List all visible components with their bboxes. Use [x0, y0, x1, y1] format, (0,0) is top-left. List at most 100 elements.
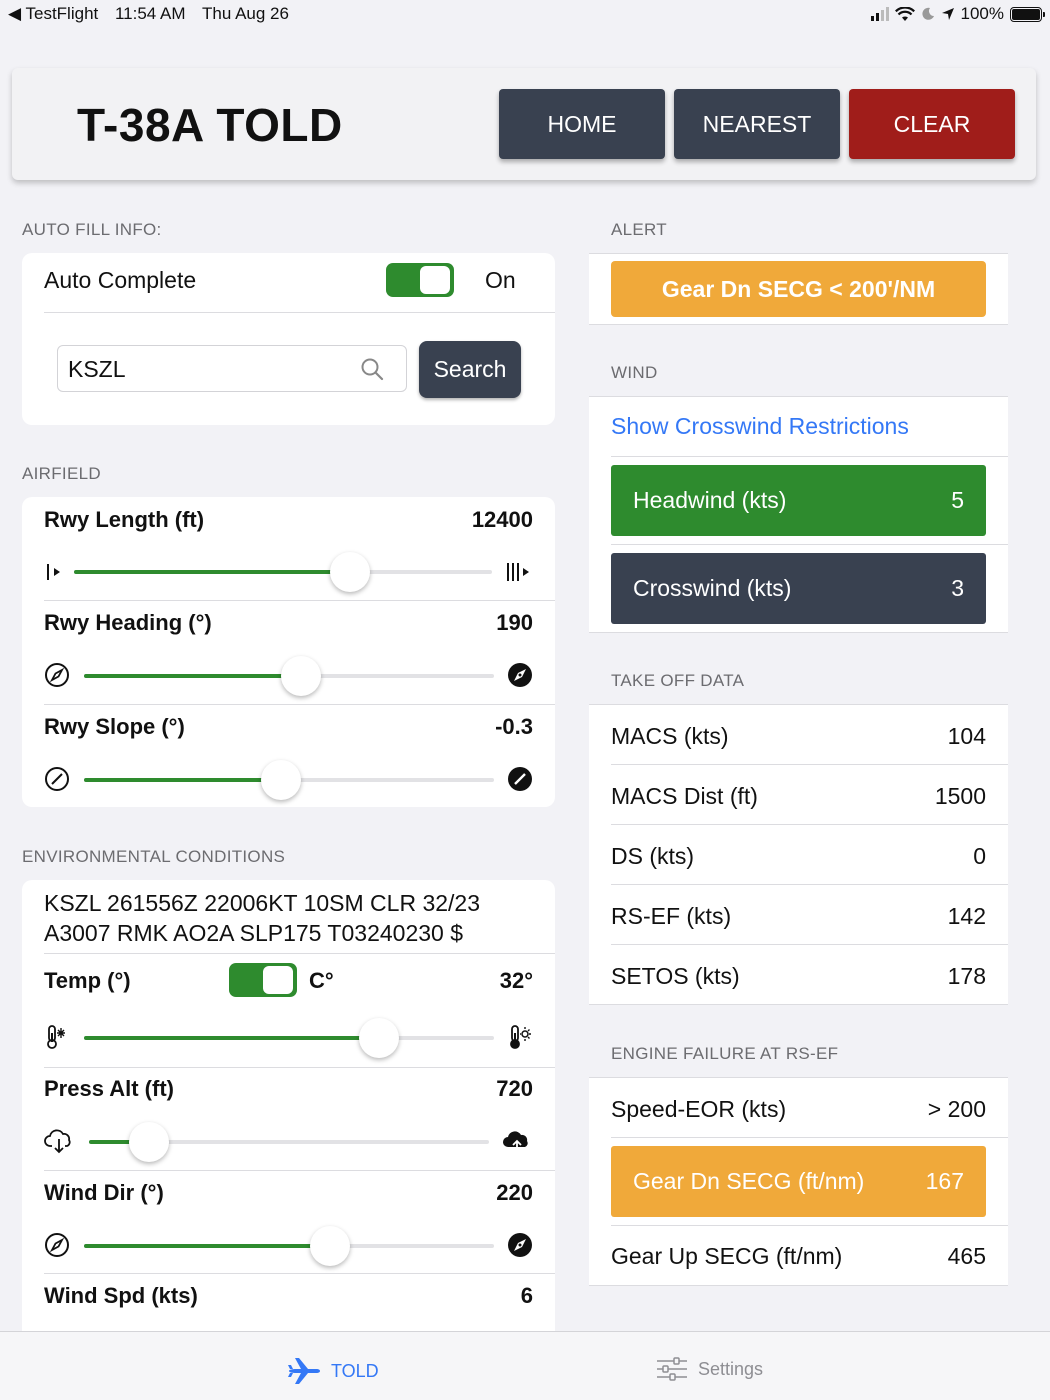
- status-bar: ◀ TestFlight 11:54 AM Thu Aug 26 100%: [0, 0, 1050, 28]
- metar-line-1: KSZL 261556Z 22006KT 10SM CLR 32/23: [44, 890, 481, 916]
- runway-short-icon: [47, 564, 60, 580]
- tab-told-label: TOLD: [331, 1360, 379, 1381]
- auto-complete-label: Auto Complete: [44, 267, 197, 293]
- rwy-heading-label: Rwy Heading (°): [44, 610, 212, 635]
- metar-text: KSZL 261556Z 22006KT 10SM CLR 32/23 A300…: [44, 888, 480, 948]
- rwy-length-slider[interactable]: [74, 552, 492, 592]
- headwind-label: Headwind (kts): [633, 487, 787, 513]
- gear-up-secg-row: Gear Up SECG (ft/nm) 465: [611, 1243, 986, 1270]
- crosswind-bar: Crosswind (kts) 3: [611, 553, 986, 624]
- rwy-slope-slider[interactable]: [84, 760, 494, 800]
- temp-label: Temp (°): [44, 968, 131, 993]
- takeoff-section-label: TAKE OFF DATA: [611, 671, 745, 690]
- rwy-slope-value: -0.3: [495, 714, 533, 739]
- slider-thumb[interactable]: [359, 1018, 400, 1058]
- environmental-section-label: ENVIRONMENTAL CONDITIONS: [22, 847, 286, 866]
- slider-thumb[interactable]: [281, 656, 322, 696]
- clear-button[interactable]: CLEAR: [849, 89, 1015, 159]
- takeoff-data-section: MACS (kts) 104 MACS Dist (ft) 1500 DS (kts…: [589, 704, 1008, 1005]
- slope-filled-icon: [508, 767, 532, 791]
- row-label: MACS Dist (ft): [611, 783, 758, 809]
- auto-complete-state: On: [485, 267, 516, 293]
- engine-failure-section-label: ENGINE FAILURE AT RS-EF: [611, 1044, 839, 1063]
- thermometer-snow-icon: [47, 1025, 65, 1049]
- headwind-value: 5: [951, 487, 964, 513]
- cloud-download-icon: [44, 1129, 71, 1154]
- takeoff-row-macs: MACS (kts) 104: [611, 723, 986, 750]
- row-label: SETOS (kts): [611, 963, 740, 989]
- wind-dir-slider[interactable]: [84, 1226, 494, 1266]
- home-button[interactable]: HOME: [499, 89, 665, 159]
- slider-thumb[interactable]: [329, 552, 370, 592]
- tab-settings[interactable]: Settings: [656, 1356, 763, 1382]
- back-app-label: TestFlight: [25, 4, 99, 23]
- row-label: Gear Up SECG (ft/nm): [611, 1243, 843, 1269]
- slope-outline-icon: [45, 767, 69, 791]
- row-label: MACS (kts): [611, 723, 729, 749]
- rwy-heading-value: 190: [496, 610, 533, 635]
- alert-banner: Gear Dn SECG < 200'/NM: [611, 261, 986, 317]
- moon-icon: [921, 7, 934, 20]
- row-value: 142: [947, 903, 986, 929]
- compass-outline-icon: [45, 1233, 69, 1257]
- press-alt-value: 720: [496, 1076, 533, 1101]
- status-time: 11:54 AM: [114, 4, 186, 23]
- header-bar: T-38A TOLD HOME NEAREST CLEAR: [12, 68, 1036, 180]
- search-button[interactable]: Search: [419, 341, 521, 398]
- press-alt-label: Press Alt (ft): [44, 1076, 174, 1101]
- wind-spd-label: Wind Spd (kts): [44, 1283, 198, 1308]
- row-label: DS (kts): [611, 843, 695, 869]
- slider-thumb[interactable]: [129, 1122, 169, 1162]
- rwy-length-value: 12400: [471, 507, 533, 532]
- auto-complete-toggle[interactable]: [386, 263, 454, 297]
- show-crosswind-restrictions-link[interactable]: Show Crosswind Restrictions: [611, 413, 909, 440]
- rwy-length-label: Rwy Length (ft): [44, 507, 205, 532]
- wind-section-label: WIND: [611, 363, 658, 382]
- press-alt-slider[interactable]: [89, 1122, 489, 1162]
- rwy-heading-slider[interactable]: [84, 656, 494, 696]
- row-label: RS-EF (kts): [611, 903, 732, 929]
- nearest-button[interactable]: NEAREST: [674, 89, 840, 159]
- thermometer-sun-icon: [510, 1025, 531, 1049]
- slider-thumb[interactable]: [310, 1226, 350, 1266]
- cellular-signal-icon: [870, 7, 889, 21]
- airfield-section-label: AIRFIELD: [22, 464, 101, 483]
- airplane-icon: [288, 1358, 320, 1384]
- compass-filled-icon: [508, 1233, 532, 1257]
- takeoff-row-ds: DS (kts) 0: [611, 843, 986, 870]
- slider-thumb[interactable]: [260, 760, 301, 800]
- row-value: 0: [973, 843, 986, 869]
- temp-slider[interactable]: [84, 1018, 494, 1058]
- battery-icon: [1010, 6, 1045, 22]
- row-value: 1500: [934, 783, 986, 809]
- alert-section: Gear Dn SECG < 200'/NM: [589, 253, 1008, 325]
- temp-unit-label: C°: [309, 968, 334, 993]
- headwind-bar: Headwind (kts) 5: [611, 465, 986, 536]
- temp-value: 32°: [499, 968, 533, 993]
- airfield-search-input[interactable]: KSZL: [57, 345, 407, 392]
- wind-spd-value: 6: [520, 1283, 533, 1308]
- engine-failure-section: Speed-EOR (kts) > 200 Gear Dn SECG (ft/nm…: [589, 1077, 1008, 1286]
- gear-dn-secg-value: 167: [925, 1168, 964, 1194]
- sliders-icon: [657, 1357, 687, 1381]
- takeoff-row-rs-ef: RS-EF (kts) 142: [611, 903, 986, 930]
- celsius-toggle[interactable]: [229, 963, 297, 997]
- tab-bar: TOLD Settings: [0, 1331, 1050, 1400]
- row-label: Speed-EOR (kts): [611, 1096, 787, 1122]
- rwy-slope-label: Rwy Slope (°): [44, 714, 185, 739]
- row-value: > 200: [927, 1096, 986, 1122]
- takeoff-row-macs-dist: MACS Dist (ft) 1500: [611, 783, 986, 810]
- tab-told[interactable]: TOLD: [287, 1356, 379, 1386]
- auto-fill-card: Auto Complete On KSZL Search: [22, 253, 555, 425]
- wifi-icon: [894, 6, 915, 21]
- location-arrow-icon: [941, 8, 954, 20]
- metar-line-2: A3007 RMK AO2A SLP175 T03240230 $: [44, 920, 463, 946]
- compass-outline-icon: [45, 663, 69, 687]
- crosswind-value: 3: [951, 575, 964, 601]
- wind-section: Show Crosswind Restrictions Headwind (kt…: [589, 396, 1008, 633]
- runway-long-icon: [507, 563, 529, 581]
- crosswind-label: Crosswind (kts): [633, 575, 792, 601]
- cloud-upload-icon: [503, 1131, 528, 1154]
- back-to-app-link[interactable]: ◀ TestFlight: [8, 4, 98, 23]
- takeoff-row-setos: SETOS (kts) 178: [611, 963, 986, 990]
